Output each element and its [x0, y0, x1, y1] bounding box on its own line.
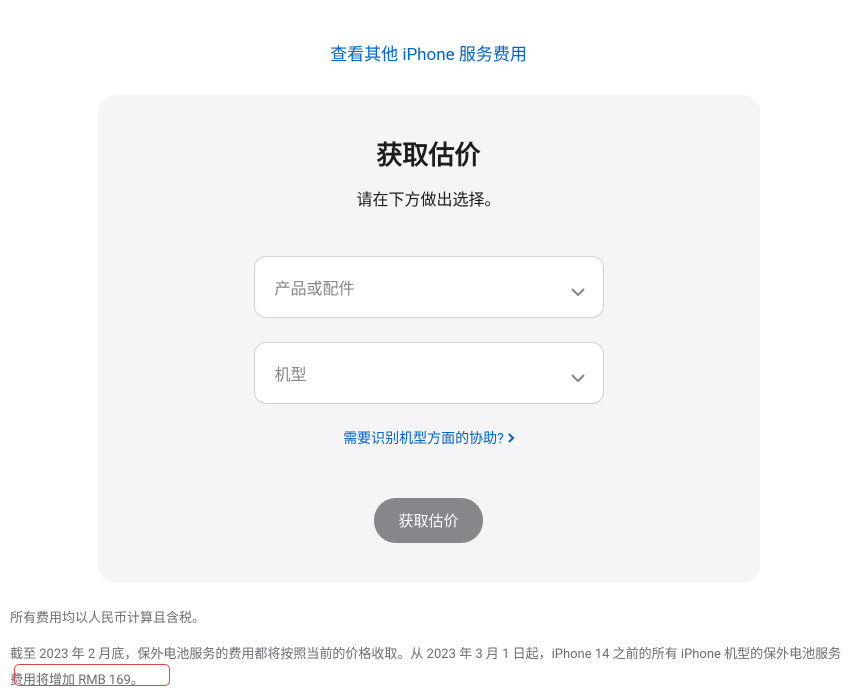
- product-dropdown[interactable]: 产品或配件: [254, 256, 604, 318]
- other-services-link[interactable]: 查看其他 iPhone 服务费用: [330, 45, 527, 65]
- chevron-right-icon: [508, 433, 514, 443]
- footer-tax-note: 所有费用均以人民币计算且含税。: [0, 607, 857, 630]
- identify-model-help-link[interactable]: 需要识别机型方面的协助?: [343, 428, 514, 448]
- get-estimate-button[interactable]: 获取估价: [374, 498, 482, 543]
- footer-price-note: 截至 2023 年 2 月底，保外电池服务的费用都将按照当前的价格收取。从 20…: [0, 642, 857, 694]
- card-subtitle: 请在下方做出选择。: [118, 186, 740, 210]
- card-title: 获取估价: [118, 135, 740, 172]
- product-dropdown-placeholder: 产品或配件: [275, 275, 355, 299]
- model-dropdown[interactable]: 机型: [254, 342, 604, 404]
- help-link-label: 需要识别机型方面的协助?: [343, 428, 504, 448]
- model-dropdown-placeholder: 机型: [275, 361, 307, 385]
- estimate-card: 获取估价 请在下方做出选择。 产品或配件 机型 需要识别机型方面的协助? 获取估…: [98, 95, 760, 583]
- chevron-down-icon: [571, 281, 583, 293]
- chevron-down-icon: [571, 367, 583, 379]
